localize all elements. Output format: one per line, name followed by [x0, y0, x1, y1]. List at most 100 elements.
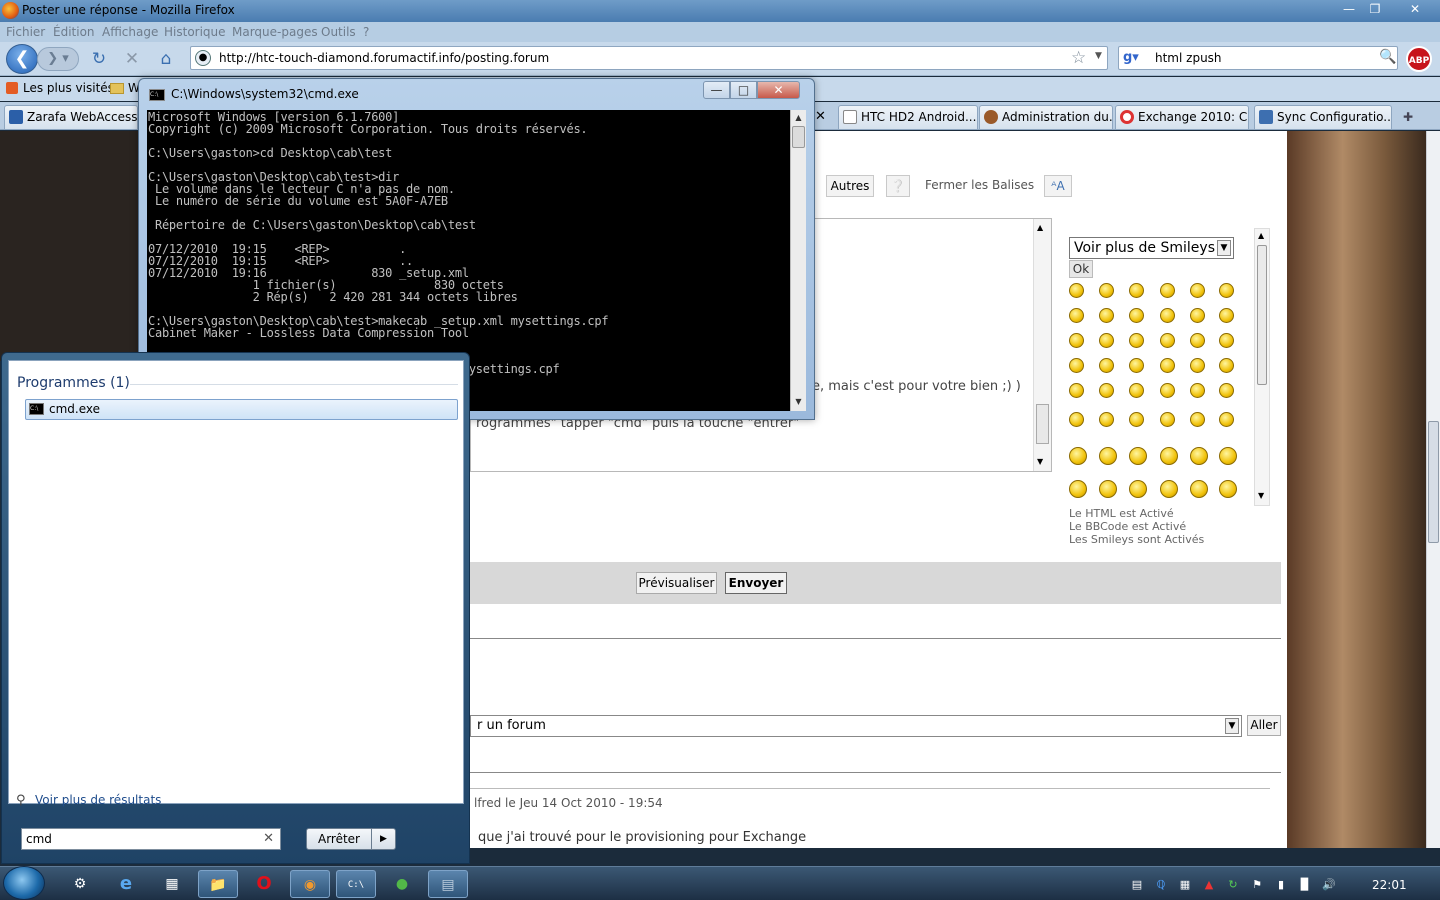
- smiley-icon[interactable]: [1129, 383, 1144, 398]
- cmd-minimize-button[interactable]: —: [703, 81, 730, 99]
- smiley-icon[interactable]: [1160, 480, 1178, 498]
- page-scrollbar-thumb[interactable]: [1428, 421, 1439, 543]
- forum-jump-select[interactable]: r un forum ▼: [470, 715, 1242, 737]
- google-engine-icon[interactable]: g▾: [1123, 50, 1139, 65]
- smiley-icon[interactable]: [1099, 447, 1117, 465]
- smiley-icon[interactable]: [1069, 383, 1084, 398]
- smiley-icon[interactable]: [1129, 447, 1147, 465]
- url-dropdown-icon[interactable]: ▼: [1095, 51, 1102, 61]
- forward-button[interactable]: ❯ ▾: [37, 47, 79, 71]
- smiley-icon[interactable]: [1160, 333, 1175, 348]
- smiley-icon[interactable]: [1219, 412, 1234, 427]
- tab-exchange[interactable]: Exchange 2010: C...: [1115, 105, 1249, 129]
- explorer-icon[interactable]: 📁: [198, 870, 238, 898]
- reload-icon[interactable]: ↻: [88, 48, 110, 70]
- menu-fichier[interactable]: Fichier: [6, 25, 45, 39]
- search-input[interactable]: html zpush: [1155, 51, 1222, 65]
- smiley-icon[interactable]: [1099, 333, 1114, 348]
- preview-button[interactable]: Prévisualiser: [636, 572, 717, 594]
- smiley-icon[interactable]: [1069, 308, 1084, 323]
- stop-icon[interactable]: ✕: [121, 48, 143, 70]
- shutdown-options-icon[interactable]: ▶: [372, 828, 396, 850]
- smileys-scrollbar-thumb[interactable]: [1257, 245, 1267, 385]
- smiley-icon[interactable]: [1099, 383, 1114, 398]
- smiley-icon[interactable]: [1219, 308, 1234, 323]
- signal-icon[interactable]: ▉: [1298, 878, 1312, 892]
- autres-button[interactable]: Autres: [826, 175, 874, 197]
- chevron-down-icon[interactable]: ▼: [1225, 718, 1239, 734]
- send-button[interactable]: Envoyer: [725, 572, 787, 594]
- new-tab-icon[interactable]: ✚: [1396, 106, 1420, 128]
- tray-icon[interactable]: ▤: [1130, 878, 1144, 892]
- scroll-up-icon[interactable]: ▲: [1258, 231, 1264, 240]
- smiley-icon[interactable]: [1069, 358, 1084, 373]
- smiley-icon[interactable]: [1160, 308, 1175, 323]
- smiley-icon[interactable]: [1190, 358, 1205, 373]
- smiley-icon[interactable]: [1190, 480, 1208, 498]
- font-size-icon[interactable]: ᴬA: [1044, 175, 1072, 197]
- smiley-icon[interactable]: [1160, 283, 1175, 298]
- smiley-icon[interactable]: [1129, 358, 1144, 373]
- cmd-scrollbar[interactable]: ▲ ▼: [790, 110, 806, 411]
- smiley-icon[interactable]: [1219, 447, 1237, 465]
- tab-sync-configuration[interactable]: Sync Configuratio...: [1254, 105, 1392, 129]
- smileys-scrollbar[interactable]: ▲ ▼: [1254, 228, 1270, 506]
- page-scrollbar[interactable]: [1426, 131, 1440, 848]
- maximize-button[interactable]: ❐: [1362, 0, 1388, 18]
- menu-edition[interactable]: Édition: [53, 25, 95, 39]
- home-icon[interactable]: ⌂: [155, 48, 177, 70]
- smiley-icon[interactable]: [1219, 383, 1234, 398]
- menu-affichage[interactable]: Affichage: [102, 25, 158, 39]
- minimize-button[interactable]: —: [1336, 0, 1362, 18]
- tab-htc-hd2[interactable]: HTC HD2 Android...: [838, 105, 978, 129]
- site-identity-icon[interactable]: ●: [195, 50, 211, 66]
- tab-zarafa[interactable]: Zarafa WebAccess: [4, 105, 138, 129]
- smiley-icon[interactable]: [1069, 333, 1084, 348]
- bookmark-most-visited[interactable]: Les plus visités: [23, 81, 114, 95]
- url-text[interactable]: http://htc-touch-diamond.forumactif.info…: [219, 51, 549, 65]
- textarea-scrollbar-thumb[interactable]: [1036, 404, 1049, 444]
- smiley-icon[interactable]: [1069, 480, 1087, 498]
- smiley-icon[interactable]: [1219, 333, 1234, 348]
- smiley-icon[interactable]: [1190, 333, 1205, 348]
- shutdown-button[interactable]: Arrêter: [306, 828, 372, 850]
- close-tags-link[interactable]: Fermer les Balises: [925, 178, 1034, 192]
- smiley-icon[interactable]: [1129, 308, 1144, 323]
- menu-outils[interactable]: Outils: [321, 25, 356, 39]
- smiley-icon[interactable]: [1219, 480, 1237, 498]
- smiley-icon[interactable]: [1190, 447, 1208, 465]
- bluetooth-icon[interactable]: ℚ: [1154, 878, 1168, 892]
- scroll-up-icon[interactable]: ▲: [1037, 223, 1043, 232]
- clear-search-icon[interactable]: ✕: [263, 831, 274, 846]
- start-search-input[interactable]: cmd ✕: [21, 828, 281, 850]
- clock[interactable]: 22:01: [1372, 878, 1407, 892]
- smiley-icon[interactable]: [1160, 383, 1175, 398]
- go-button[interactable]: Aller: [1247, 715, 1281, 736]
- textarea-scrollbar[interactable]: ▲ ▼: [1033, 219, 1051, 471]
- start-button[interactable]: [3, 866, 45, 900]
- calculator-icon[interactable]: ▦: [152, 870, 192, 898]
- tab-administration[interactable]: Administration du...: [979, 105, 1113, 129]
- smiley-icon[interactable]: [1129, 283, 1144, 298]
- antivirus-icon[interactable]: ▲: [1202, 878, 1216, 892]
- smiley-icon[interactable]: [1190, 308, 1205, 323]
- scroll-down-icon[interactable]: ▼: [1037, 457, 1043, 466]
- smiley-icon[interactable]: [1099, 412, 1114, 427]
- opera-icon[interactable]: O: [244, 870, 284, 898]
- smiley-icon[interactable]: [1069, 412, 1084, 427]
- adblock-plus-icon[interactable]: ABP: [1406, 46, 1432, 72]
- network-tool-icon[interactable]: ⚙: [60, 870, 100, 898]
- smiley-icon[interactable]: [1190, 412, 1205, 427]
- menu-historique[interactable]: Historique: [164, 25, 226, 39]
- scroll-down-icon[interactable]: ▼: [792, 395, 805, 409]
- bookmark-star-icon[interactable]: ☆: [1071, 48, 1086, 68]
- cmd-close-button[interactable]: ✕: [757, 81, 800, 99]
- smiley-icon[interactable]: [1129, 480, 1147, 498]
- internet-explorer-icon[interactable]: e: [106, 870, 146, 898]
- tab-close-icon[interactable]: ✕: [815, 109, 826, 124]
- smiley-icon[interactable]: [1190, 383, 1205, 398]
- volume-icon[interactable]: 🔊: [1322, 878, 1336, 892]
- smiley-icon[interactable]: [1099, 480, 1117, 498]
- menu-help[interactable]: ?: [363, 25, 369, 39]
- search-result-cmd[interactable]: C:\ cmd.exe: [25, 399, 458, 420]
